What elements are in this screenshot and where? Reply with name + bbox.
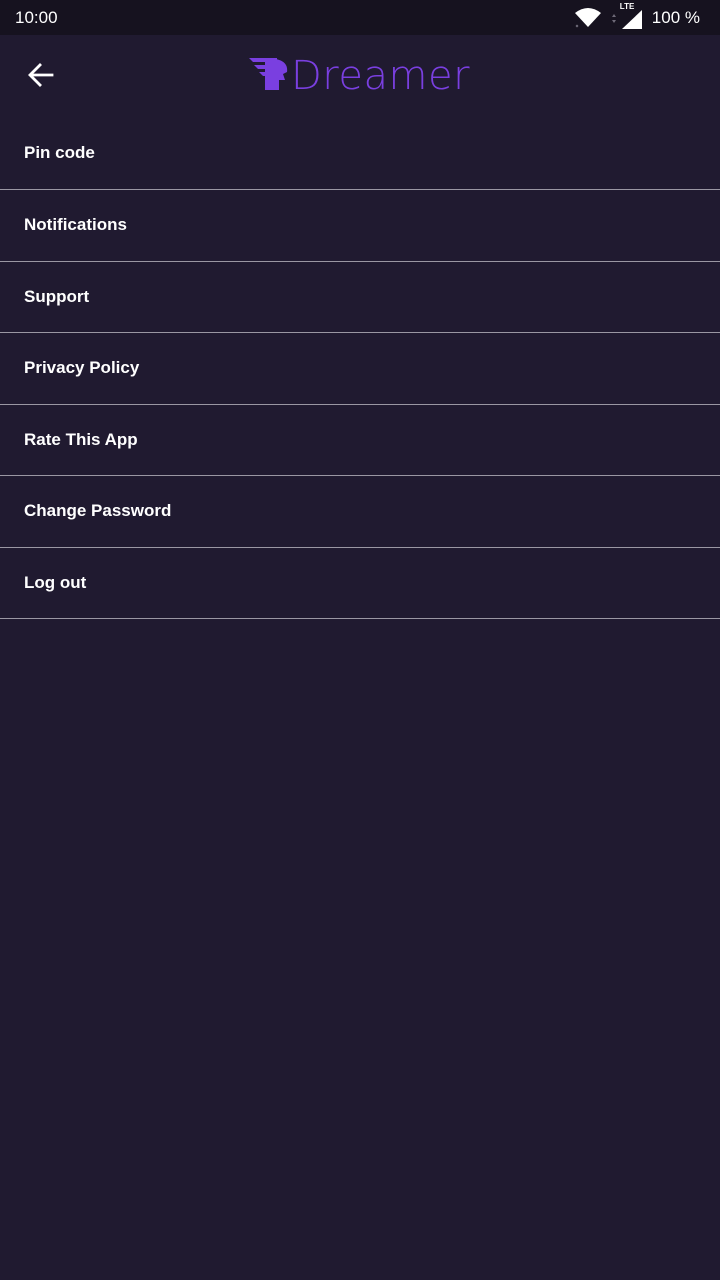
menu-item-rate-this-app[interactable]: Rate This App bbox=[0, 405, 720, 476]
menu-item-change-password[interactable]: Change Password bbox=[0, 476, 720, 548]
menu-item-pin-code[interactable]: Pin code bbox=[0, 117, 720, 190]
status-bar: 10:00 LTE 100 % bbox=[0, 0, 720, 35]
logo-text: Dreamer bbox=[291, 53, 471, 99]
back-button[interactable] bbox=[20, 57, 62, 97]
logo-mark-icon bbox=[249, 56, 289, 97]
arrow-left-icon bbox=[27, 61, 55, 94]
signal-icon: LTE bbox=[610, 2, 644, 30]
menu-item-log-out[interactable]: Log out bbox=[0, 548, 720, 619]
settings-menu: Pin code Notifications Support Privacy P… bbox=[0, 117, 720, 619]
app-header: Dreamer bbox=[0, 35, 720, 117]
battery-level: 100 % bbox=[651, 7, 700, 27]
wifi-icon bbox=[574, 7, 602, 29]
menu-item-notifications[interactable]: Notifications bbox=[0, 190, 720, 262]
app-logo: Dreamer bbox=[249, 53, 470, 99]
menu-item-support[interactable]: Support bbox=[0, 262, 720, 333]
status-time: 10:00 bbox=[15, 7, 58, 27]
status-icons: LTE 100 % bbox=[574, 2, 700, 30]
menu-item-privacy-policy[interactable]: Privacy Policy bbox=[0, 333, 720, 405]
network-type-label: LTE bbox=[619, 1, 635, 11]
